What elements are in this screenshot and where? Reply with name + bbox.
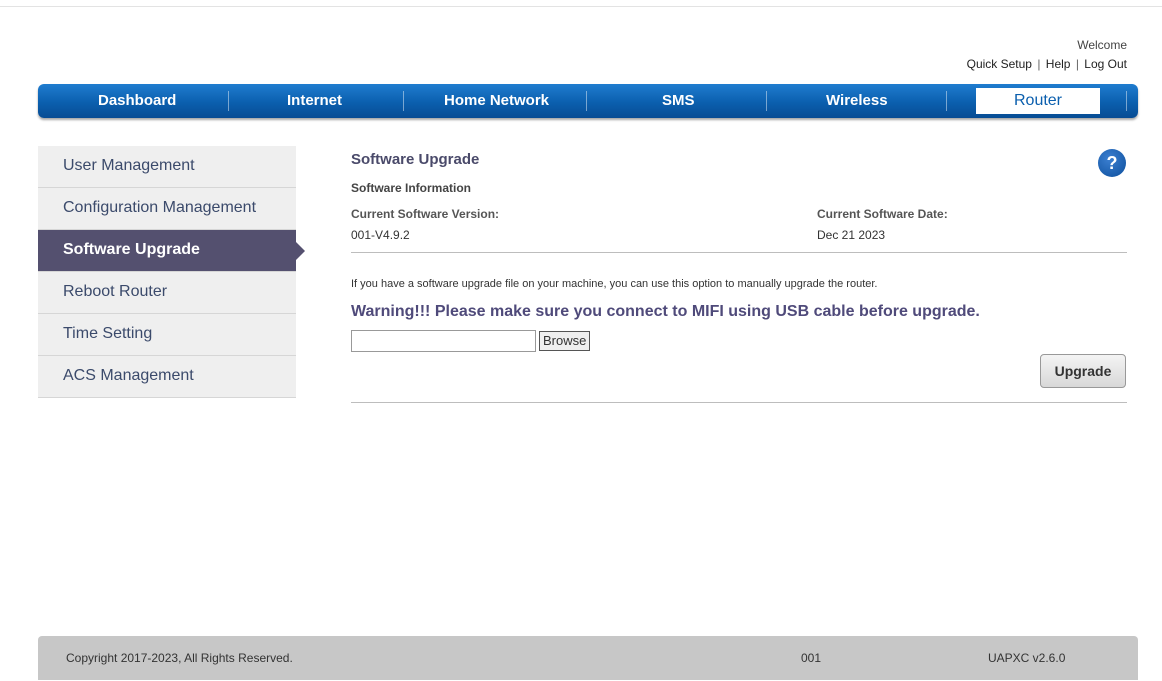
software-version-value: 001-V4.9.2	[351, 228, 410, 242]
nav-divider	[766, 91, 767, 111]
section-title: Software Information	[351, 181, 472, 195]
logout-link[interactable]: Log Out	[1084, 57, 1127, 71]
sidebar-item-configuration-management[interactable]: Configuration Management	[38, 188, 296, 230]
file-path-field[interactable]	[351, 330, 536, 352]
help-link[interactable]: Help	[1046, 57, 1071, 71]
link-separator: |	[1037, 57, 1041, 71]
nav-home-network[interactable]: Home Network	[444, 84, 549, 118]
footer-code: 001	[801, 651, 822, 665]
sidebar: User Management Configuration Management…	[38, 146, 305, 398]
sidebar-item-user-management[interactable]: User Management	[38, 146, 296, 188]
nav-wireless[interactable]: Wireless	[826, 84, 888, 118]
welcome-text: Welcome	[1077, 38, 1127, 52]
upgrade-button[interactable]: Upgrade	[1040, 354, 1126, 388]
main-nav: Dashboard Internet Home Network SMS Wire…	[38, 84, 1138, 118]
header-links: Quick Setup | Help | Log Out	[967, 57, 1127, 71]
nav-internet[interactable]: Internet	[287, 84, 342, 118]
help-icon[interactable]: ?	[1098, 149, 1126, 177]
software-version-label: Current Software Version:	[351, 207, 500, 221]
nav-sms[interactable]: SMS	[662, 84, 695, 118]
footer: Copyright 2017-2023, All Rights Reserved…	[38, 636, 1138, 680]
nav-divider	[586, 91, 587, 111]
sidebar-item-time-setting[interactable]: Time Setting	[38, 314, 296, 356]
usb-warning: Warning!!! Please make sure you connect …	[351, 303, 980, 320]
link-separator: |	[1075, 57, 1079, 71]
quick-setup-link[interactable]: Quick Setup	[967, 57, 1032, 71]
sidebar-item-reboot-router[interactable]: Reboot Router	[38, 272, 296, 314]
page-title: Software Upgrade	[351, 151, 480, 168]
nav-dashboard[interactable]: Dashboard	[98, 84, 176, 118]
upgrade-info-text: If you have a software upgrade file on y…	[351, 278, 878, 290]
browse-button[interactable]: Browse	[539, 331, 591, 351]
bottom-divider	[351, 402, 1127, 403]
software-date-label: Current Software Date:	[817, 207, 948, 221]
section-divider	[351, 252, 1127, 253]
software-date-value: Dec 21 2023	[817, 228, 886, 242]
nav-divider	[403, 91, 404, 111]
copyright-text: Copyright 2017-2023, All Rights Reserved…	[66, 651, 293, 665]
firmware-version: UAPXC v2.6.0	[988, 651, 1066, 665]
nav-router[interactable]: Router	[976, 88, 1100, 114]
sidebar-item-acs-management[interactable]: ACS Management	[38, 356, 296, 398]
nav-divider	[228, 91, 229, 111]
top-divider	[0, 6, 1162, 7]
nav-divider	[946, 91, 947, 111]
sidebar-item-software-upgrade[interactable]: Software Upgrade	[38, 230, 305, 272]
nav-divider	[1126, 91, 1127, 111]
